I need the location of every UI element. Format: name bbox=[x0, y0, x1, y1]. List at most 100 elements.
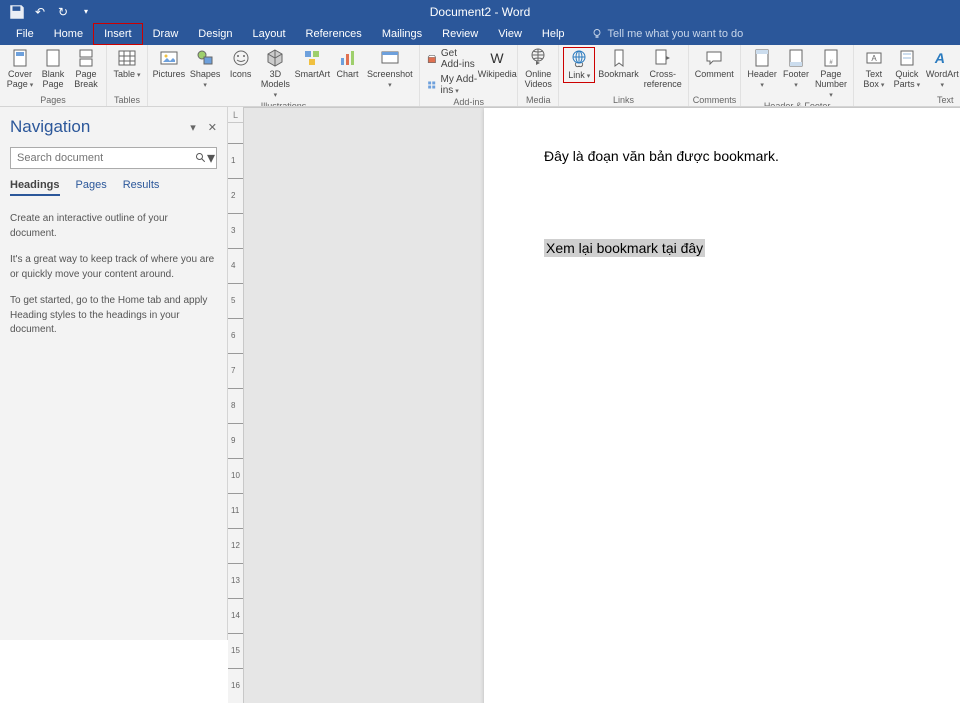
screenshot-icon bbox=[380, 48, 400, 68]
bookmark-icon bbox=[609, 48, 629, 68]
text-box-button[interactable]: AText Box bbox=[858, 47, 890, 91]
my-addins-label: My Add-ins bbox=[440, 74, 477, 96]
group-comments-label: Comments bbox=[693, 95, 737, 106]
tab-draw[interactable]: Draw bbox=[143, 23, 189, 45]
search-icon[interactable]: ▾ bbox=[195, 148, 215, 168]
text-box-label: Text Box bbox=[863, 70, 884, 90]
nav-dropdown-icon[interactable]: ▾ bbox=[190, 121, 196, 134]
pictures-button[interactable]: Pictures bbox=[152, 47, 186, 81]
get-addins-button[interactable]: Get Add-ins bbox=[424, 47, 480, 71]
nav-close-icon[interactable]: ✕ bbox=[208, 121, 217, 134]
blank-page-button[interactable]: Blank Page bbox=[37, 47, 69, 91]
svg-text:W: W bbox=[491, 50, 505, 66]
tab-file[interactable]: File bbox=[6, 23, 44, 45]
qa-dropdown-icon[interactable]: ▾ bbox=[77, 3, 95, 21]
ribbon: Cover Page Blank Page Page Break Pages T… bbox=[0, 45, 960, 107]
wordart-icon: A bbox=[932, 48, 952, 68]
paragraph-2-selected[interactable]: Xem lại bookmark tại đây bbox=[544, 239, 705, 257]
page[interactable]: Đây là đoạn văn bản được bookmark. Xem l… bbox=[484, 108, 960, 703]
cross-reference-button[interactable]: Cross- reference bbox=[642, 47, 684, 91]
quick-parts-icon bbox=[897, 48, 917, 68]
tell-me-label: Tell me what you want to do bbox=[608, 28, 744, 40]
pictures-label: Pictures bbox=[153, 70, 186, 80]
blank-page-label: Blank Page bbox=[42, 70, 65, 90]
chart-button[interactable]: Chart bbox=[332, 47, 364, 81]
document-area: L 1123456789101112131415 123456789101112… bbox=[228, 107, 960, 640]
shapes-button[interactable]: Shapes bbox=[187, 47, 224, 91]
table-button[interactable]: Table bbox=[111, 47, 143, 81]
tab-references[interactable]: References bbox=[296, 23, 372, 45]
redo-icon[interactable]: ↻ bbox=[54, 3, 72, 21]
nav-tab-results[interactable]: Results bbox=[123, 179, 160, 196]
cross-reference-label: Cross- reference bbox=[644, 70, 682, 90]
tell-me-search[interactable]: Tell me what you want to do bbox=[591, 23, 744, 45]
undo-icon[interactable]: ↶ bbox=[31, 3, 49, 21]
chart-icon bbox=[338, 48, 358, 68]
document-title: Document2 - Word bbox=[430, 5, 530, 19]
ruler-corner: L bbox=[228, 107, 244, 123]
navigation-pane: Navigation ▾ ✕ ▾ Headings Pages Results … bbox=[0, 107, 228, 640]
link-icon bbox=[569, 49, 589, 69]
table-label: Table bbox=[114, 70, 141, 80]
navigation-title: Navigation bbox=[10, 117, 90, 137]
page-break-icon bbox=[76, 48, 96, 68]
group-links: Link Bookmark Cross- reference Links bbox=[559, 45, 689, 106]
search-input[interactable] bbox=[10, 147, 217, 169]
tab-design[interactable]: Design bbox=[188, 23, 242, 45]
screenshot-label: Screenshot bbox=[367, 70, 414, 90]
header-icon bbox=[752, 48, 772, 68]
wordart-button[interactable]: AWordArt bbox=[924, 47, 960, 91]
tab-layout[interactable]: Layout bbox=[243, 23, 296, 45]
page-break-button[interactable]: Page Break bbox=[70, 47, 102, 91]
nav-hint-3: To get started, go to the Home tab and a… bbox=[10, 294, 217, 338]
save-icon[interactable] bbox=[8, 3, 26, 21]
smartart-button[interactable]: SmartArt bbox=[294, 47, 330, 81]
group-addins-label: Add-ins bbox=[424, 97, 513, 107]
nav-tab-headings[interactable]: Headings bbox=[10, 179, 60, 196]
page-number-button[interactable]: #Page Number bbox=[813, 47, 849, 101]
page-number-icon: # bbox=[821, 48, 841, 68]
tab-home[interactable]: Home bbox=[44, 23, 93, 45]
comment-icon bbox=[704, 48, 724, 68]
icons-icon bbox=[231, 48, 251, 68]
link-button[interactable]: Link bbox=[563, 47, 595, 83]
screenshot-button[interactable]: Screenshot bbox=[365, 47, 416, 91]
bookmark-label: Bookmark bbox=[598, 70, 639, 80]
icons-button[interactable]: Icons bbox=[225, 47, 257, 81]
cover-page-button[interactable]: Cover Page bbox=[4, 47, 36, 91]
online-videos-button[interactable]: Online Videos bbox=[522, 47, 554, 91]
header-button[interactable]: Header bbox=[745, 47, 779, 91]
tab-insert[interactable]: Insert bbox=[93, 23, 143, 45]
blank-page-icon bbox=[43, 48, 63, 68]
wikipedia-button[interactable]: WWikipedia bbox=[481, 47, 513, 81]
group-header-footer: Header Footer #Page Number Header & Foot… bbox=[741, 45, 854, 106]
bookmark-button[interactable]: Bookmark bbox=[596, 47, 641, 81]
page-background[interactable]: Đây là đoạn văn bản được bookmark. Xem l… bbox=[244, 108, 960, 703]
cross-reference-icon bbox=[653, 48, 673, 68]
store-icon bbox=[427, 52, 437, 66]
tab-help[interactable]: Help bbox=[532, 23, 575, 45]
tab-view[interactable]: View bbox=[488, 23, 532, 45]
3d-models-button[interactable]: 3D Models bbox=[258, 47, 294, 101]
my-addins-button[interactable]: My Add-ins bbox=[424, 73, 480, 97]
online-videos-label: Online Videos bbox=[525, 70, 552, 90]
tab-review[interactable]: Review bbox=[432, 23, 488, 45]
group-pages: Cover Page Blank Page Page Break Pages bbox=[0, 45, 107, 106]
page-number-label: Page Number bbox=[815, 70, 847, 100]
text-box-icon: A bbox=[864, 48, 884, 68]
quick-parts-button[interactable]: Quick Parts bbox=[891, 47, 923, 91]
3d-models-icon bbox=[265, 48, 285, 68]
vertical-ruler[interactable]: 12345678910111213141516 bbox=[228, 108, 244, 703]
footer-label: Footer bbox=[782, 70, 810, 90]
group-media-label: Media bbox=[522, 95, 554, 106]
group-addins: Get Add-ins My Add-ins WWikipedia Add-in… bbox=[420, 45, 518, 106]
page-break-label: Page Break bbox=[74, 70, 98, 90]
comment-button[interactable]: Comment bbox=[693, 47, 736, 81]
tab-mailings[interactable]: Mailings bbox=[372, 23, 432, 45]
nav-search: ▾ bbox=[10, 147, 217, 169]
footer-button[interactable]: Footer bbox=[780, 47, 812, 91]
nav-tab-pages[interactable]: Pages bbox=[76, 179, 107, 196]
paragraph-1[interactable]: Đây là đoạn văn bản được bookmark. bbox=[544, 148, 960, 164]
icons-label: Icons bbox=[230, 70, 252, 80]
group-illustrations: Pictures Shapes Icons 3D Models SmartArt… bbox=[148, 45, 420, 106]
